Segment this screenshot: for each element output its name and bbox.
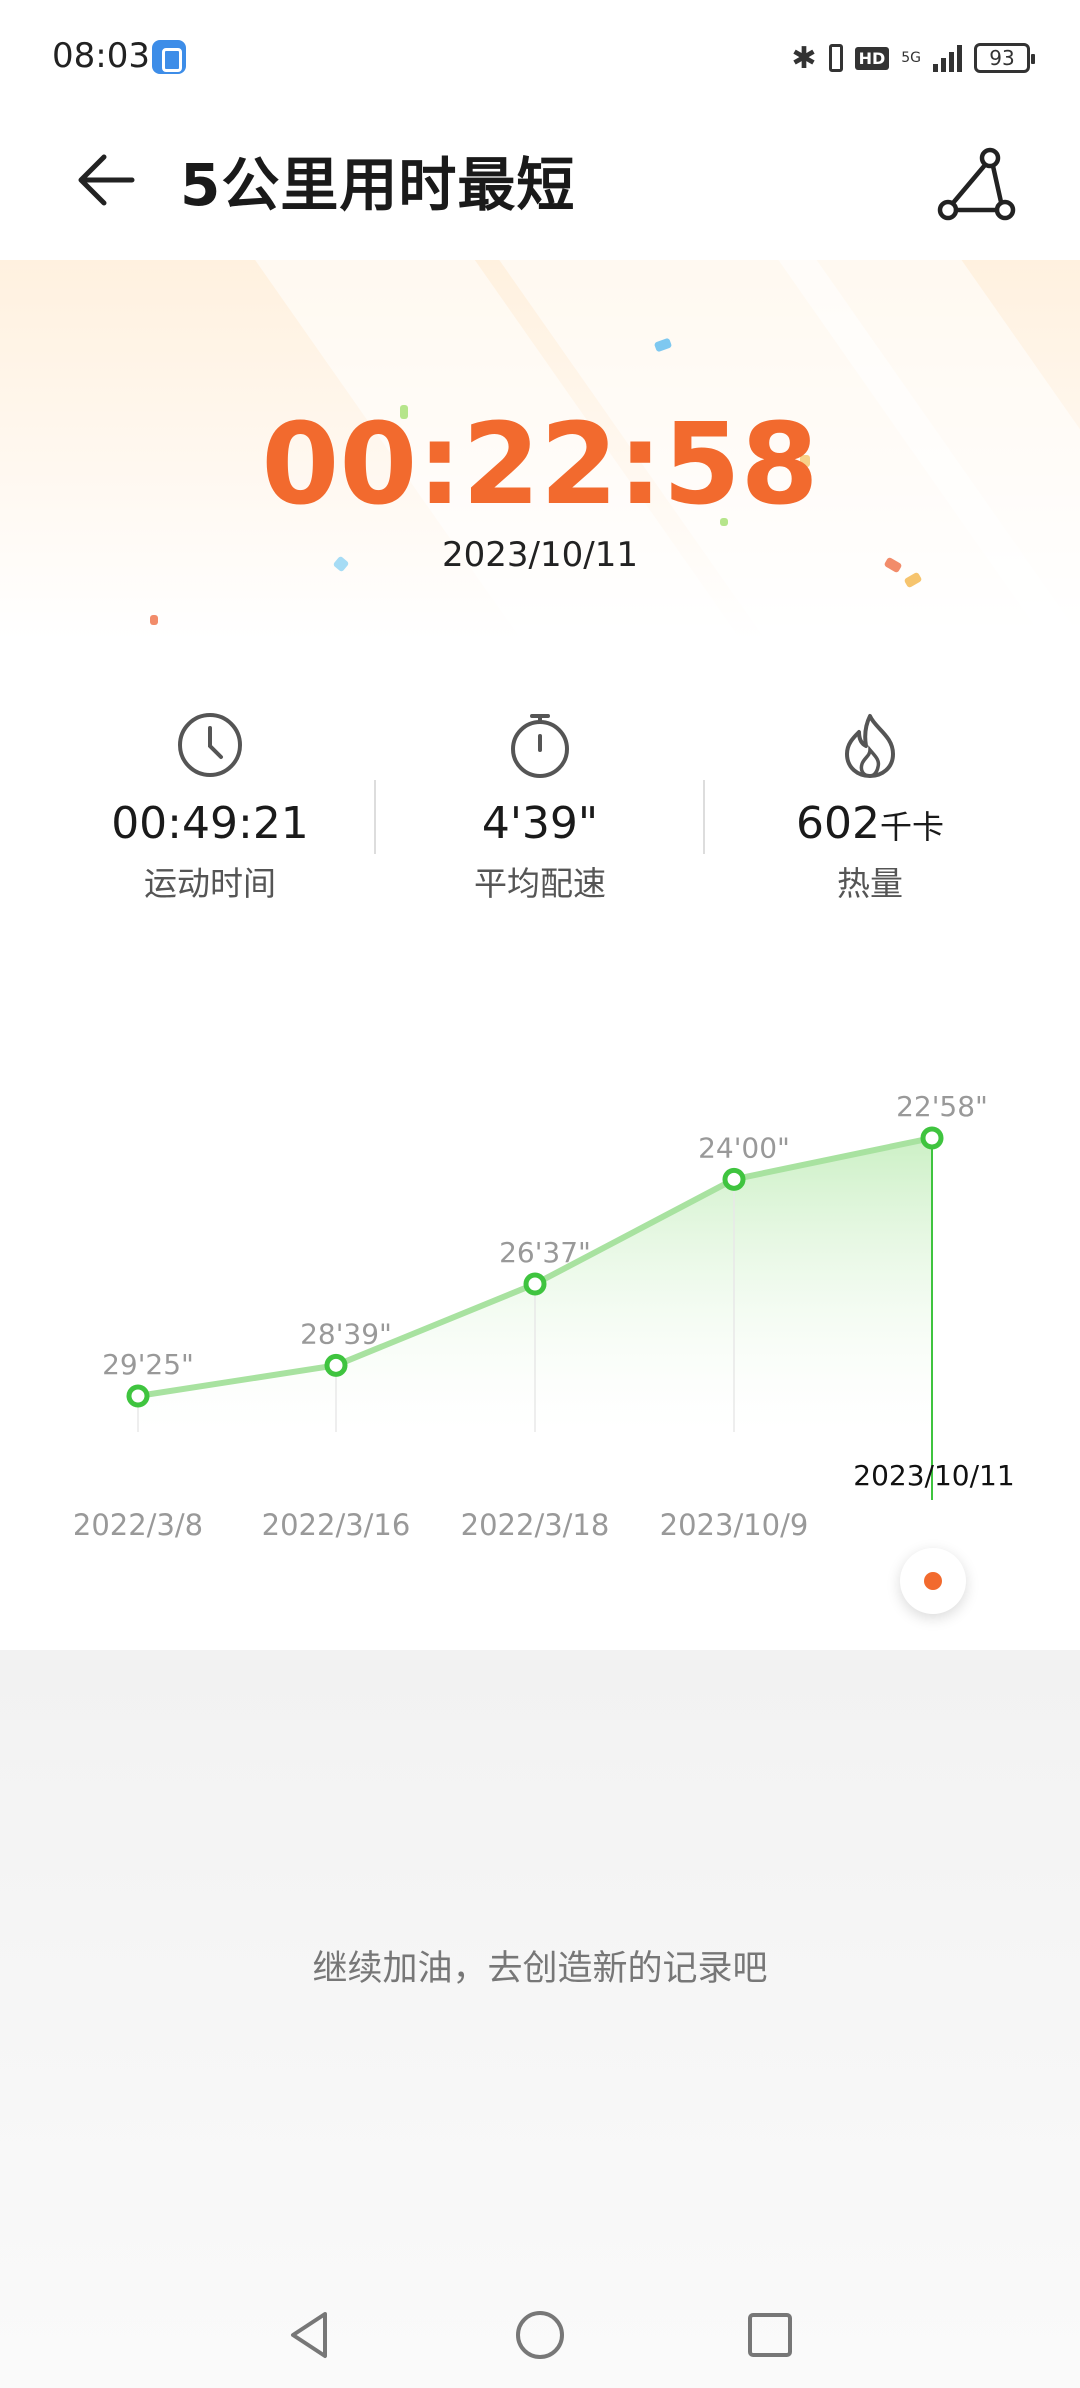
nav-home-button[interactable] xyxy=(505,2300,575,2370)
chart-point xyxy=(523,1272,547,1296)
stopwatch-icon xyxy=(511,714,569,778)
stat-label: 运动时间 xyxy=(144,864,276,903)
app-header: 5公里用时最短 xyxy=(0,110,1080,260)
chart-value-label: 26'37" xyxy=(499,1236,591,1269)
chart-point xyxy=(126,1384,150,1408)
route-share-button[interactable] xyxy=(930,140,1020,230)
chart-value-label: 24'00" xyxy=(698,1131,790,1164)
stat-value: 00:49:21 xyxy=(111,798,309,849)
stat-calories: 602千卡 热量 xyxy=(705,710,1035,905)
arrow-left-icon xyxy=(78,154,135,206)
best-record-banner: 00:22:58 2023/10/11 xyxy=(0,260,1080,640)
notification-app-icon xyxy=(152,40,186,74)
confetti xyxy=(150,615,158,625)
vibrate-icon xyxy=(828,44,843,72)
chart-point xyxy=(920,1126,944,1150)
stat-value: 4'39" xyxy=(481,798,599,849)
circle-home-icon xyxy=(516,2311,564,2359)
chart-value-label: 29'25" xyxy=(102,1348,194,1381)
status-bar: 08:03 ✱ HD 5G 93 xyxy=(0,0,1080,110)
workout-stats: 00:49:21 运动时间 4'39" 平均配速 602千卡 热量 xyxy=(0,710,1080,930)
chart-value-label: 28'39" xyxy=(300,1317,392,1350)
chart-x-tick-label: 2022/3/18 xyxy=(461,1508,610,1542)
chart-x-tick-label: 2023/10/9 xyxy=(660,1508,809,1542)
chart-x-tick-label: 2022/3/8 xyxy=(73,1508,203,1542)
battery-icon: 93 xyxy=(974,43,1035,73)
status-indicators: ✱ HD 5G 93 xyxy=(791,38,1035,78)
best-time-value: 00:22:58 xyxy=(261,400,819,530)
square-recents-icon xyxy=(748,2313,792,2357)
selected-date-label: 2023/10/11 xyxy=(853,1459,1014,1492)
stat-value: 602千卡 xyxy=(796,798,944,849)
history-chart: 29'25" 28'39" 26'37" 24'00" 22'58" 2022/3/8 20… xyxy=(0,1060,1080,1620)
stat-pace: 4'39" 平均配速 xyxy=(375,710,705,905)
back-button[interactable] xyxy=(70,140,150,220)
nav-back-button[interactable] xyxy=(275,2300,345,2370)
signal-icon xyxy=(933,44,962,72)
bottom-area: 继续加油，去创造新的记录吧 xyxy=(0,1650,1080,2388)
stat-label: 平均配速 xyxy=(474,864,606,903)
stat-duration: 00:49:21 运动时间 xyxy=(45,710,375,905)
chart-point xyxy=(324,1353,348,1377)
chart-value-label: 22'58" xyxy=(896,1090,988,1123)
bluetooth-icon: ✱ xyxy=(791,40,817,76)
page-title: 5公里用时最短 xyxy=(180,151,576,219)
best-time-date: 2023/10/11 xyxy=(442,535,638,575)
route-icon xyxy=(937,147,1016,221)
status-time: 08:03 xyxy=(52,36,150,76)
hd-badge: HD xyxy=(854,46,890,70)
chart-point xyxy=(722,1167,746,1191)
stat-label: 热量 xyxy=(837,864,903,903)
history-chart-svg: 29'25" 28'39" 26'37" 24'00" 22'58" 2022/3/8 20… xyxy=(73,1090,1015,1542)
chart-x-tick-label: 2022/3/16 xyxy=(262,1508,411,1542)
encourage-text: 继续加油，去创造新的记录吧 xyxy=(312,1949,768,1989)
stat-unit: 千卡 xyxy=(879,808,944,846)
network-type: 5G xyxy=(901,50,921,66)
record-button[interactable] xyxy=(900,1548,966,1614)
clock-icon xyxy=(178,713,242,777)
triangle-back-icon xyxy=(291,2312,327,2358)
flame-icon xyxy=(845,714,895,778)
system-nav-bar xyxy=(0,2290,1080,2388)
nav-recents-button[interactable] xyxy=(735,2300,805,2370)
